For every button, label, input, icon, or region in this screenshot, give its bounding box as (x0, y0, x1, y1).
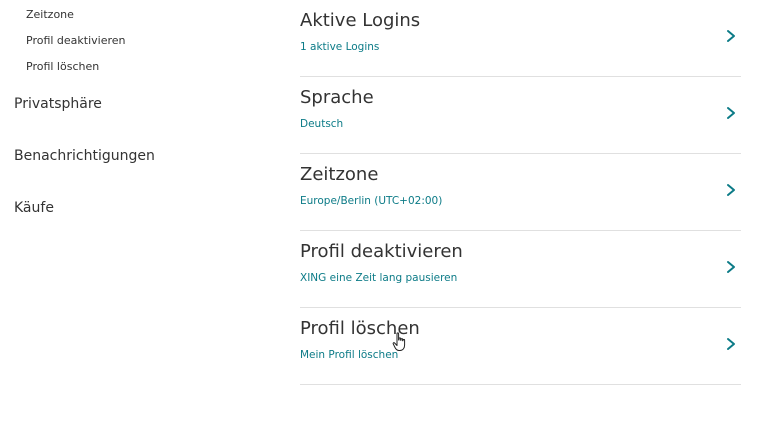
row-title: Profil deaktivieren (300, 241, 463, 262)
row-subtitle: Europe/Berlin (UTC+02:00) (300, 195, 443, 207)
sidebar-item-privatsphaere[interactable]: Privatsphäre (14, 96, 102, 112)
row-title: Sprache (300, 87, 374, 108)
sidebar-item-benachrichtigungen[interactable]: Benachrichtigungen (14, 148, 155, 164)
chevron-right-icon (727, 30, 735, 42)
row-subtitle: Mein Profil löschen (300, 349, 399, 361)
sidebar-item-kaeufe[interactable]: Käufe (14, 200, 54, 216)
settings-page: Zeitzone Profil deaktivieren Profil lösc… (0, 0, 768, 432)
row-title: Zeitzone (300, 164, 379, 185)
row-title: Profil löschen (300, 318, 420, 339)
settings-row-aktive-logins[interactable]: Aktive Logins 1 aktive Logins (300, 0, 741, 77)
settings-row-zeitzone[interactable]: Zeitzone Europe/Berlin (UTC+02:00) (300, 154, 741, 231)
row-title: Aktive Logins (300, 10, 421, 31)
row-subtitle: 1 aktive Logins (300, 41, 380, 53)
chevron-right-icon (727, 107, 735, 119)
settings-row-profil-loeschen[interactable]: Profil löschen Mein Profil löschen (300, 308, 741, 385)
sidebar-subitem-profil-deaktivieren[interactable]: Profil deaktivieren (26, 34, 126, 60)
sidebar-subitem-profil-loeschen[interactable]: Profil löschen (26, 60, 126, 86)
row-subtitle: XING eine Zeit lang pausieren (300, 272, 458, 284)
sidebar: Zeitzone Profil deaktivieren Profil lösc… (0, 0, 280, 432)
chevron-right-icon (727, 338, 735, 350)
row-subtitle: Deutsch (300, 118, 344, 130)
chevron-right-icon (727, 261, 735, 273)
settings-row-sprache[interactable]: Sprache Deutsch (300, 77, 741, 154)
sidebar-subnav: Zeitzone Profil deaktivieren Profil lösc… (26, 8, 126, 86)
settings-list: Aktive Logins 1 aktive Logins Sprache De… (300, 0, 741, 385)
chevron-right-icon (727, 184, 735, 196)
sidebar-subitem-zeitzone[interactable]: Zeitzone (26, 8, 126, 34)
settings-row-profil-deaktivieren[interactable]: Profil deaktivieren XING eine Zeit lang … (300, 231, 741, 308)
